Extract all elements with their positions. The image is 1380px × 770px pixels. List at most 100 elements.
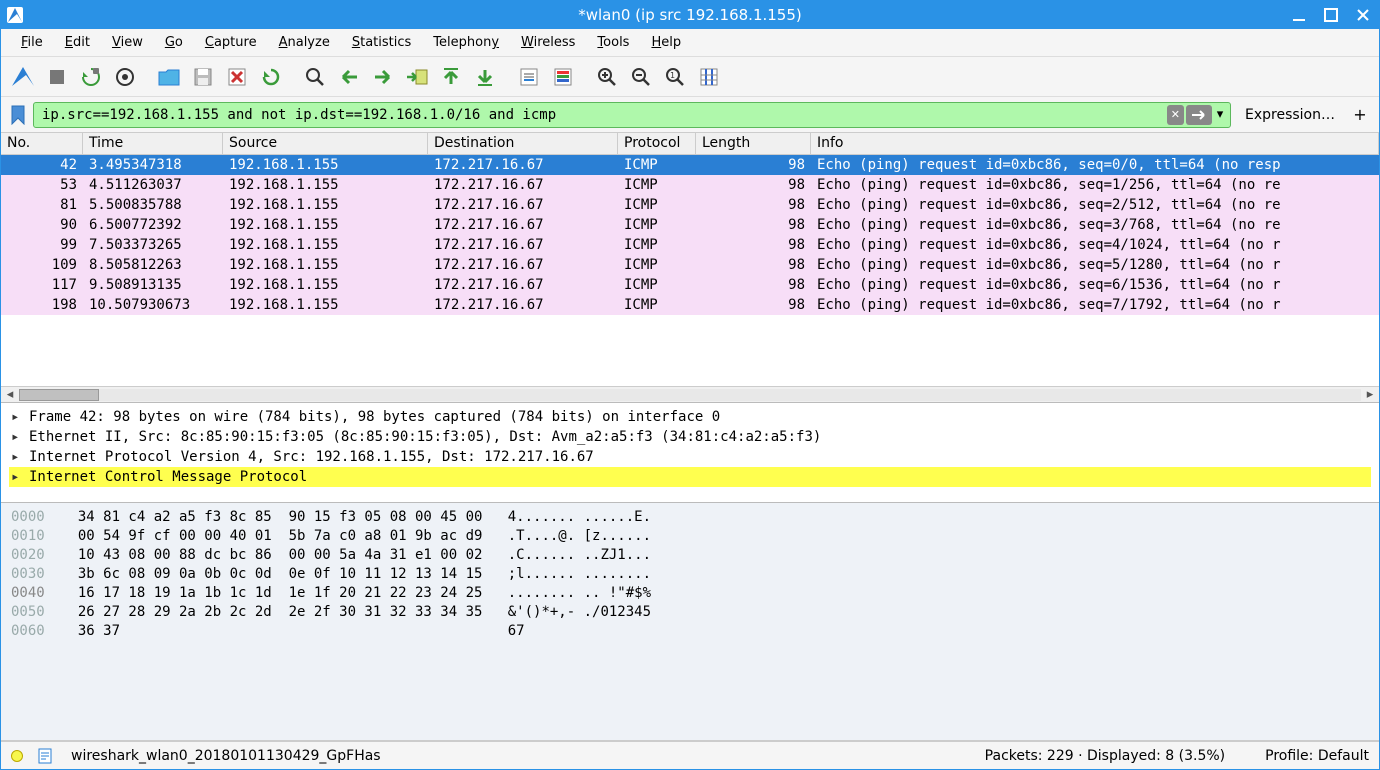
- menu-help[interactable]: Help: [641, 32, 691, 53]
- capture-options-button[interactable]: [109, 62, 141, 92]
- packet-details-pane[interactable]: ▸Frame 42: 98 bytes on wire (784 bits), …: [1, 403, 1379, 503]
- restart-capture-button[interactable]: [75, 62, 107, 92]
- hex-line[interactable]: 0000 34 81 c4 a2 a5 f3 8c 85 90 15 f3 05…: [11, 509, 1369, 528]
- expander-icon[interactable]: ▸: [11, 409, 21, 425]
- details-tree-row[interactable]: ▸Internet Control Message Protocol: [9, 467, 1371, 487]
- col-header-destination[interactable]: Destination: [428, 133, 618, 154]
- col-header-info[interactable]: Info: [811, 133, 1379, 154]
- resize-columns-button[interactable]: [693, 62, 725, 92]
- packet-row[interactable]: 19810.507930673192.168.1.155172.217.16.6…: [1, 295, 1379, 315]
- hex-offset: 0010: [11, 528, 61, 544]
- reload-button[interactable]: [255, 62, 287, 92]
- packet-cell: 6.500772392: [83, 217, 223, 233]
- packet-row[interactable]: 534.511263037192.168.1.155172.217.16.67I…: [1, 175, 1379, 195]
- go-first-button[interactable]: [435, 62, 467, 92]
- packet-row[interactable]: 1179.508913135192.168.1.155172.217.16.67…: [1, 275, 1379, 295]
- hex-line[interactable]: 0050 26 27 28 29 2a 2b 2c 2d 2e 2f 30 31…: [11, 604, 1369, 623]
- menu-tools[interactable]: Tools: [587, 32, 639, 53]
- go-forward-button[interactable]: [367, 62, 399, 92]
- menu-analyze[interactable]: Analyze: [269, 32, 340, 53]
- save-file-button[interactable]: [187, 62, 219, 92]
- packet-cell: 192.168.1.155: [223, 297, 428, 313]
- col-header-time[interactable]: Time: [83, 133, 223, 154]
- colorize-button[interactable]: [547, 62, 579, 92]
- menu-go[interactable]: Go: [155, 32, 193, 53]
- packet-cell: 172.217.16.67: [428, 277, 618, 293]
- expression-button[interactable]: Expression…: [1237, 104, 1343, 126]
- scroll-track[interactable]: [19, 389, 1361, 401]
- menu-file[interactable]: File: [11, 32, 53, 53]
- menu-view[interactable]: View: [102, 32, 153, 53]
- stop-capture-button[interactable]: [41, 62, 73, 92]
- menu-edit[interactable]: Edit: [55, 32, 100, 53]
- find-packet-button[interactable]: [299, 62, 331, 92]
- hex-line[interactable]: 0060 36 37 67: [11, 623, 1369, 642]
- packet-cell: ICMP: [618, 257, 696, 273]
- shark-fin-icon[interactable]: [7, 62, 39, 92]
- packet-cell: ICMP: [618, 157, 696, 173]
- packet-cell: Echo (ping) request id=0xbc86, seq=3/768…: [811, 217, 1379, 233]
- filter-history-dropdown[interactable]: ▾: [1212, 105, 1228, 125]
- details-tree-row[interactable]: ▸ Ethernet II, Src: 8c:85:90:15:f3:05 (8c…: [9, 427, 1371, 447]
- packet-list-body[interactable]: 423.495347318192.168.1.155172.217.16.67I…: [1, 155, 1379, 386]
- col-header-length[interactable]: Length: [696, 133, 811, 154]
- details-tree-label: Ethernet II, Src: 8c:85:90:15:f3:05 (8c:…: [29, 429, 821, 445]
- packet-row[interactable]: 815.500835788192.168.1.155172.217.16.67I…: [1, 195, 1379, 215]
- display-filter-input[interactable]: [40, 106, 1165, 124]
- packet-cell: ICMP: [618, 177, 696, 193]
- details-tree-row[interactable]: ▸Frame 42: 98 bytes on wire (784 bits), …: [9, 407, 1371, 427]
- packet-bytes-pane[interactable]: 0000 34 81 c4 a2 a5 f3 8c 85 90 15 f3 05…: [1, 503, 1379, 741]
- details-tree-row[interactable]: ▸Internet Protocol Version 4, Src: 192.1…: [9, 447, 1371, 467]
- status-profile[interactable]: Profile: Default: [1265, 748, 1369, 764]
- go-last-button[interactable]: [469, 62, 501, 92]
- expander-icon[interactable]: ▸: [11, 469, 21, 485]
- packet-cell: ICMP: [618, 297, 696, 313]
- hex-ascii: .T....@. [z......: [508, 528, 651, 544]
- menu-statistics[interactable]: Statistics: [342, 32, 421, 53]
- bookmark-icon[interactable]: [9, 103, 27, 127]
- expander-icon[interactable]: ▸: [11, 449, 21, 465]
- capture-file-properties-icon[interactable]: [37, 748, 53, 764]
- scroll-left-button[interactable]: ◂: [1, 387, 19, 402]
- packet-cell: 98: [696, 197, 811, 213]
- packet-row[interactable]: 906.500772392192.168.1.155172.217.16.67I…: [1, 215, 1379, 235]
- clear-filter-button[interactable]: ✕: [1167, 105, 1184, 125]
- col-header-no[interactable]: No.: [1, 133, 83, 154]
- zoom-out-button[interactable]: [625, 62, 657, 92]
- go-to-packet-button[interactable]: [401, 62, 433, 92]
- col-header-source[interactable]: Source: [223, 133, 428, 154]
- minimize-button[interactable]: [1289, 5, 1309, 25]
- hex-ascii: ;l...... ........: [508, 566, 651, 582]
- zoom-reset-button[interactable]: 1: [659, 62, 691, 92]
- menu-telephony[interactable]: Telephony: [423, 32, 509, 53]
- packet-cell: 172.217.16.67: [428, 157, 618, 173]
- scroll-right-button[interactable]: ▸: [1361, 387, 1379, 402]
- menu-wireless[interactable]: Wireless: [511, 32, 585, 53]
- packet-row[interactable]: 423.495347318192.168.1.155172.217.16.67I…: [1, 155, 1379, 175]
- packet-cell: ICMP: [618, 197, 696, 213]
- packet-row[interactable]: 997.503373265192.168.1.155172.217.16.67I…: [1, 235, 1379, 255]
- packet-row[interactable]: 1098.505812263192.168.1.155172.217.16.67…: [1, 255, 1379, 275]
- hex-line[interactable]: 0040 16 17 18 19 1a 1b 1c 1d 1e 1f 20 21…: [11, 585, 1369, 604]
- expander-icon[interactable]: ▸: [11, 429, 21, 445]
- maximize-button[interactable]: [1321, 5, 1341, 25]
- packet-cell: 117: [1, 277, 83, 293]
- hex-bytes: 36 37: [61, 623, 508, 639]
- zoom-in-button[interactable]: [591, 62, 623, 92]
- close-button[interactable]: [1353, 5, 1373, 25]
- scroll-thumb[interactable]: [19, 389, 99, 401]
- hex-line[interactable]: 0020 10 43 08 00 88 dc bc 86 00 00 5a 4a…: [11, 547, 1369, 566]
- packet-cell: 98: [696, 237, 811, 253]
- expert-info-led[interactable]: [11, 750, 23, 762]
- hex-line[interactable]: 0030 3b 6c 08 09 0a 0b 0c 0d 0e 0f 10 11…: [11, 566, 1369, 585]
- close-file-button[interactable]: [221, 62, 253, 92]
- open-file-button[interactable]: [153, 62, 185, 92]
- auto-scroll-button[interactable]: [513, 62, 545, 92]
- menu-capture[interactable]: Capture: [195, 32, 267, 53]
- add-filter-button[interactable]: +: [1349, 105, 1371, 124]
- horizontal-scrollbar[interactable]: ◂ ▸: [1, 386, 1379, 402]
- go-back-button[interactable]: [333, 62, 365, 92]
- apply-filter-button[interactable]: [1186, 105, 1212, 125]
- col-header-protocol[interactable]: Protocol: [618, 133, 696, 154]
- hex-line[interactable]: 0010 00 54 9f cf 00 00 40 01 5b 7a c0 a8…: [11, 528, 1369, 547]
